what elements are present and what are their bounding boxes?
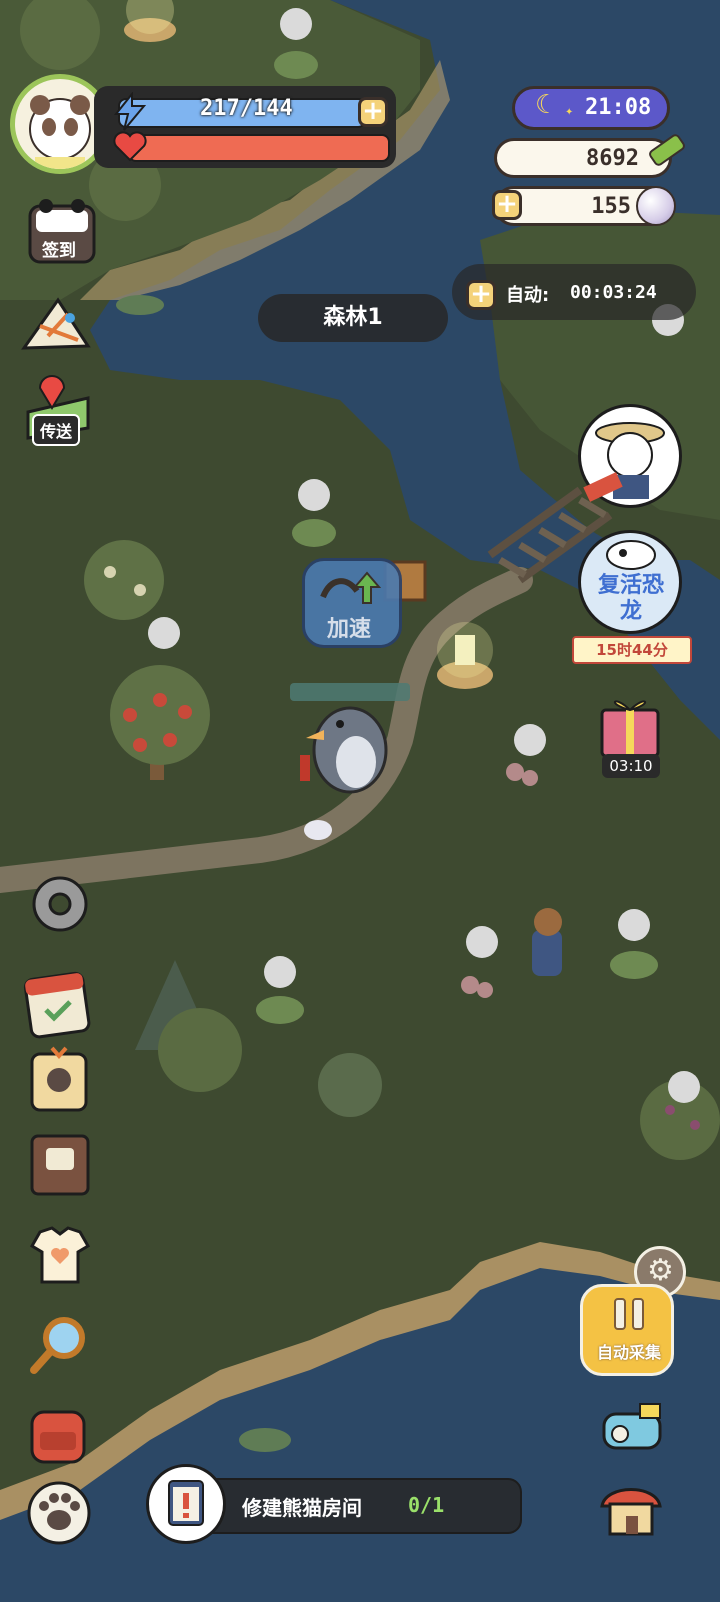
leafy-plant[interactable] — [256, 996, 304, 1024]
time-display: ☾ ✦ 21:08 — [512, 86, 670, 130]
calendar-tasks-button[interactable] — [22, 968, 94, 1040]
panda-farmer-icon — [583, 422, 665, 502]
moon-icon: ☾ — [535, 90, 559, 120]
action-progress-bar — [290, 683, 410, 701]
gift-timer-badge: 03:10 — [602, 754, 660, 778]
calendar-icon — [23, 971, 91, 1039]
goat-npc[interactable] — [532, 908, 562, 976]
shirt-icon — [29, 1226, 91, 1284]
gear-icon — [32, 876, 88, 932]
recipe-book-button[interactable] — [26, 1130, 94, 1200]
teleport-button[interactable]: 传送 — [22, 372, 94, 448]
auto-collect-button[interactable]: 自动采集 — [580, 1284, 674, 1376]
add-pearl-button[interactable]: + — [492, 190, 522, 220]
axe-hint-bubble — [668, 1071, 700, 1103]
home-button[interactable] — [596, 1472, 666, 1542]
axe-hint-bubble — [466, 926, 498, 958]
dino-skull-icon — [606, 540, 656, 570]
book-icon — [30, 1134, 90, 1196]
farmer-npc-bubble[interactable] — [578, 404, 682, 508]
search-button[interactable] — [26, 1310, 94, 1378]
magnifier-icon — [30, 1317, 85, 1374]
boost-label: 加速 — [327, 617, 372, 642]
axe-hint-bubble — [280, 8, 312, 40]
gear-icon: ⚙ — [647, 1253, 674, 1288]
lily-pad — [239, 1428, 291, 1452]
quest-progress: 0/1 — [408, 1493, 445, 1517]
gift-timer: 03:10 — [609, 757, 653, 775]
teleport-label: 传送 — [32, 414, 81, 446]
bamboo-value: 8692 — [586, 146, 639, 171]
checkin-label: 签到 — [42, 241, 76, 261]
axe-hint-bubble — [298, 479, 330, 511]
backpack-icon — [30, 1410, 86, 1464]
house-icon — [600, 1488, 662, 1536]
star-icon: ✦ — [565, 107, 574, 118]
checkin-button[interactable]: 签到 — [26, 198, 98, 266]
auto-label: 自动: — [506, 285, 550, 306]
speedup-arrow-icon — [320, 571, 382, 604]
quest-bar[interactable]: 修建熊猫房间 0/1 — [196, 1478, 522, 1534]
backpack-button[interactable] — [22, 1398, 94, 1468]
add-auto-time-button[interactable]: + — [466, 280, 496, 310]
bush[interactable] — [84, 540, 164, 620]
whistle-button[interactable] — [596, 1394, 668, 1462]
settings-gear-button[interactable] — [26, 870, 94, 938]
whistle-icon — [602, 1403, 662, 1450]
auto-timer-value: 00:03:24 — [570, 282, 657, 303]
panda-face-icon — [29, 95, 91, 169]
revive-dino-label: 复活恐龙 — [597, 573, 664, 624]
lantern-stump[interactable] — [124, 0, 176, 42]
axe-hint-bubble — [148, 617, 180, 649]
pearl-value: 155 — [591, 194, 631, 219]
bush[interactable] — [318, 1053, 382, 1117]
map-pie-button[interactable] — [18, 296, 94, 362]
skull-tag-icon — [30, 1046, 88, 1112]
bunny[interactable] — [304, 820, 332, 840]
revive-dino-button[interactable]: 复活恐龙 — [578, 530, 682, 634]
area-name-banner: 森林1 — [258, 294, 448, 342]
revive-timer-badge: 15时44分 — [572, 636, 692, 664]
bamboo-icon — [644, 128, 690, 178]
revive-timer: 15时44分 — [596, 641, 668, 659]
energy-value: 217/144 — [200, 96, 293, 121]
paw-icon — [27, 1481, 91, 1545]
area-name: 森林1 — [323, 305, 383, 330]
bounty-tag-button[interactable] — [24, 1040, 96, 1116]
gift-box-button[interactable] — [594, 690, 666, 760]
pearl-icon — [636, 186, 676, 226]
leafy-plant[interactable] — [610, 951, 658, 979]
auto-collect-label: 自动采集 — [596, 1343, 661, 1362]
heart-icon — [112, 128, 148, 168]
leafy-plant[interactable] — [292, 519, 336, 547]
axe-hint-bubble — [618, 909, 650, 941]
health-bar — [128, 134, 390, 162]
leafy-plant[interactable] — [274, 51, 318, 79]
lantern-stump[interactable] — [437, 622, 493, 689]
axe-hint-bubble — [514, 724, 546, 756]
add-energy-button[interactable]: + — [358, 97, 388, 127]
quest-clipboard-icon — [146, 1464, 226, 1544]
boost-button[interactable]: 加速 — [302, 558, 402, 648]
pause-icon — [614, 1298, 644, 1330]
pet-paw-button[interactable] — [24, 1478, 94, 1548]
wardrobe-button[interactable] — [26, 1222, 94, 1290]
map-slice-icon — [21, 297, 91, 350]
axe-hint-bubble — [264, 956, 296, 988]
gift-icon — [600, 700, 660, 758]
time-value: 21:08 — [585, 95, 652, 120]
lily-pad — [116, 295, 164, 315]
quest-title: 修建熊猫房间 — [242, 1496, 362, 1520]
